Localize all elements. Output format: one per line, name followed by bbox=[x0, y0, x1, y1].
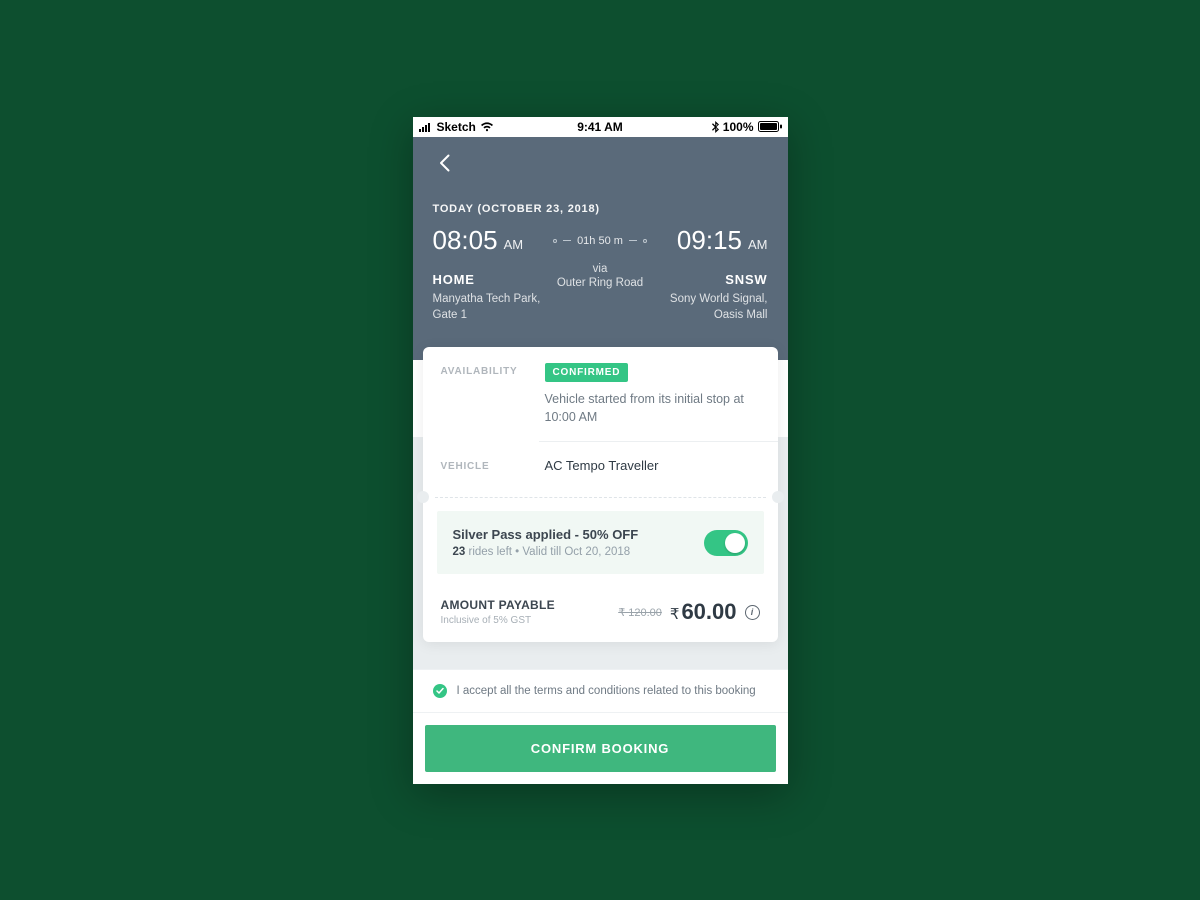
availability-status-badge: CONFIRMED bbox=[545, 363, 629, 382]
dashed-line-icon bbox=[435, 497, 766, 498]
pass-toggle[interactable] bbox=[704, 530, 748, 556]
amount-row: AMOUNT PAYABLE Inclusive of 5% GST ₹ 120… bbox=[423, 588, 778, 642]
route-dot-icon bbox=[553, 239, 557, 243]
trip-header: TODAY (OCTOBER 23, 2018) 08:05 AM HOME M… bbox=[413, 137, 788, 360]
checkmark-circle-icon bbox=[433, 684, 447, 698]
price-original: ₹ 120.00 bbox=[618, 606, 662, 619]
trip-duration: 01h 50 m bbox=[553, 235, 647, 247]
route-dot-icon bbox=[643, 239, 647, 243]
pass-rides-suffix: rides left • Valid till Oct 20, 2018 bbox=[465, 546, 630, 558]
booking-card: AVAILABILITY CONFIRMED Vehicle started f… bbox=[423, 347, 778, 643]
info-icon[interactable]: i bbox=[745, 605, 760, 620]
pass-applied-box: Silver Pass applied - 50% OFF 23 rides l… bbox=[437, 511, 764, 574]
toggle-knob-icon bbox=[725, 533, 745, 553]
via-label: via bbox=[593, 263, 608, 275]
statusbar-time: 9:41 AM bbox=[413, 120, 788, 134]
vehicle-label: VEHICLE bbox=[441, 458, 527, 473]
confirm-booking-button[interactable]: CONFIRM BOOKING bbox=[425, 725, 776, 772]
rupee-icon: ₹ bbox=[670, 606, 680, 623]
trip-date-label: TODAY (OCTOBER 23, 2018) bbox=[433, 203, 768, 215]
availability-note: Vehicle started from its initial stop at… bbox=[545, 390, 760, 428]
ticket-perforation bbox=[423, 493, 778, 501]
depart-location-name: HOME bbox=[433, 272, 475, 287]
pass-subtitle: 23 rides left • Valid till Oct 20, 2018 bbox=[453, 546, 639, 558]
depart-time-value: 08:05 bbox=[433, 225, 498, 256]
status-bar: Sketch 9:41 AM 100% bbox=[413, 117, 788, 137]
pass-title: Silver Pass applied - 50% OFF bbox=[453, 527, 639, 542]
depart-ampm: AM bbox=[504, 237, 524, 252]
depart-time: 08:05 AM bbox=[433, 225, 524, 256]
route-line-icon bbox=[563, 240, 571, 241]
arrive-time: 09:15 AM bbox=[677, 225, 768, 256]
phone-frame: Sketch 9:41 AM 100% TODAY (OCTOBER 23, 2… bbox=[413, 117, 788, 784]
pass-rides-count: 23 bbox=[453, 546, 466, 558]
chevron-left-icon bbox=[439, 154, 450, 172]
availability-label: AVAILABILITY bbox=[441, 363, 527, 428]
arrive-location-sub: Sony World Signal, Oasis Mall bbox=[658, 291, 768, 324]
bottom-section: I accept all the terms and conditions re… bbox=[413, 669, 788, 784]
arrive-time-value: 09:15 bbox=[677, 225, 742, 256]
depart-location-sub: Manyatha Tech Park, Gate 1 bbox=[433, 291, 543, 324]
price-final: ₹60.00 bbox=[670, 599, 737, 625]
amount-label: AMOUNT PAYABLE bbox=[441, 598, 555, 612]
arrive-location-name: SNSW bbox=[725, 272, 767, 287]
back-button[interactable] bbox=[433, 151, 457, 175]
amount-sublabel: Inclusive of 5% GST bbox=[441, 615, 555, 626]
terms-row[interactable]: I accept all the terms and conditions re… bbox=[413, 669, 788, 713]
terms-text: I accept all the terms and conditions re… bbox=[457, 685, 756, 697]
duration-text: 01h 50 m bbox=[577, 235, 623, 247]
route-line-icon bbox=[629, 240, 637, 241]
arrive-ampm: AM bbox=[748, 237, 768, 252]
price-final-value: 60.00 bbox=[681, 599, 736, 624]
vehicle-value: AC Tempo Traveller bbox=[545, 458, 760, 473]
via-value: Outer Ring Road bbox=[557, 277, 643, 289]
